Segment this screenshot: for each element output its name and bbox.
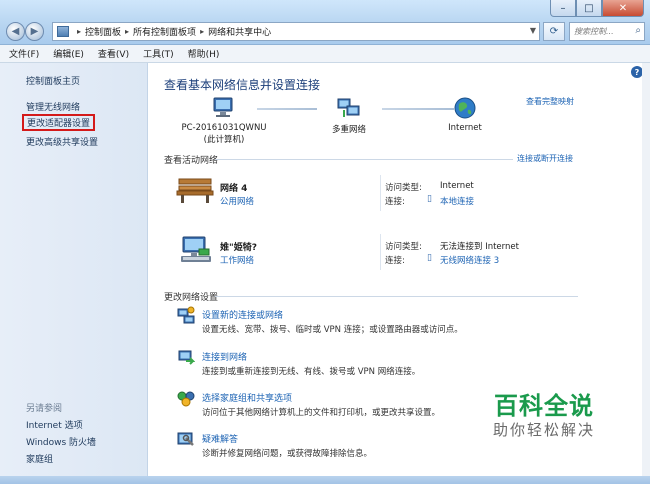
change-settings-heading: 更改网络设置: [164, 293, 219, 303]
menu-view[interactable]: 查看(V): [98, 47, 129, 60]
back-button[interactable]: ◀: [6, 22, 25, 41]
forward-button[interactable]: ▶: [25, 22, 44, 41]
watermark-logo: 百科全说 助你轻松解决: [484, 392, 604, 440]
close-button[interactable]: ✕: [602, 0, 644, 17]
page-title: 查看基本网络信息并设置连接: [164, 78, 321, 92]
network-1-connection-link[interactable]: 本地连接: [440, 195, 474, 207]
control-panel-icon: [57, 26, 69, 37]
network-2-access-label: 访问类型:: [385, 242, 422, 252]
computer-subtitle: (此计算机): [203, 135, 245, 145]
menu-bar: 文件(F) 编辑(E) 查看(V) 工具(T) 帮助(H): [0, 45, 650, 63]
address-bar[interactable]: ▸ 控制面板 ▸ 所有控制面板项 ▸ 网络和共享中心 ▼: [52, 22, 540, 41]
sidebar-item-advanced-sharing[interactable]: 更改高级共享设置: [26, 135, 98, 148]
connect-disconnect-link[interactable]: 连接或断开连接: [517, 153, 573, 164]
watermark-subtitle: 助你轻松解决: [492, 421, 595, 439]
window-bottom-edge: [0, 476, 650, 484]
left-nav-pane: 控制面板主页 管理无线网络 更改适配器设置 更改高级共享设置 另请参阅 Inte…: [0, 63, 148, 476]
search-placeholder: 搜索控制...: [574, 27, 614, 36]
sidebar-item-adapter-settings[interactable]: 更改适配器设置: [22, 114, 96, 131]
network-2-name: 婎"姫犄?: [220, 243, 257, 253]
refresh-icon: ⟳: [549, 26, 559, 37]
search-input[interactable]: 搜索控制... ⌕: [569, 22, 645, 41]
breadcrumb-network-center[interactable]: 网络和共享中心: [208, 25, 271, 38]
task-new-connection-link[interactable]: 设置新的连接或网络: [202, 308, 283, 321]
active-networks-heading: 查看活动网络: [164, 156, 219, 166]
troubleshoot-icon: [177, 432, 194, 446]
section-divider: [215, 159, 513, 160]
breadcrumb-control-panel[interactable]: 控制面板: [85, 25, 121, 38]
menu-file[interactable]: 文件(F): [9, 47, 39, 60]
window-titlebar: – □ ✕ ◀ ▶ ▸ 控制面板 ▸ 所有控制面板项 ▸ 网络和共享中心 ▼ ⟳…: [0, 0, 650, 45]
search-icon[interactable]: ⌕: [635, 25, 641, 36]
map-connector: [257, 108, 317, 110]
task-troubleshoot-link[interactable]: 疑难解答: [202, 432, 238, 445]
refresh-button[interactable]: ⟳: [543, 22, 565, 41]
computer-icon: [213, 97, 233, 117]
address-dropdown-icon[interactable]: ▼: [530, 26, 536, 35]
homegroup-icon: [177, 391, 195, 407]
property-divider: [380, 175, 381, 211]
watermark-title: 百科全说: [494, 392, 594, 420]
multiple-networks-label: 多重网络: [331, 125, 366, 135]
sidebar-item-manage-wireless[interactable]: 管理无线网络: [26, 100, 80, 113]
network-1-connection-label: 连接:: [385, 197, 405, 207]
section-divider: [215, 296, 578, 297]
view-full-map-link[interactable]: 查看完整映射: [526, 96, 574, 107]
maximize-button[interactable]: □: [576, 0, 602, 17]
map-node-multiple-networks: 多重网络: [314, 96, 384, 135]
menu-tools[interactable]: 工具(T): [143, 47, 174, 60]
forward-arrow-icon: ▶: [30, 26, 39, 37]
work-network-icon: [181, 236, 211, 262]
internet-label: Internet: [448, 123, 482, 133]
network-1-name: 网络 4: [220, 184, 248, 194]
minimize-button[interactable]: –: [550, 0, 576, 17]
breadcrumb-separator-icon[interactable]: ▸: [200, 27, 204, 36]
sidebar-item-home[interactable]: 控制面板主页: [26, 74, 80, 87]
ethernet-icon: ▯: [427, 194, 432, 204]
window-controls: – □ ✕: [550, 0, 644, 17]
network-1-access-label: 访问类型:: [385, 183, 422, 193]
menu-edit[interactable]: 编辑(E): [53, 47, 84, 60]
back-arrow-icon: ◀: [11, 26, 20, 37]
connect-network-icon: [178, 350, 195, 365]
task-connect-network-link[interactable]: 连接到网络: [202, 350, 247, 363]
public-network-bench-icon: [176, 178, 214, 203]
see-also-internet-options[interactable]: Internet 选项: [26, 418, 83, 431]
network-1-access-value: Internet: [440, 181, 474, 191]
breadcrumb-separator-icon[interactable]: ▸: [77, 27, 81, 36]
task-troubleshoot-desc: 诊断并修复网络问题，或获得故障排除信息。: [202, 449, 373, 459]
menu-help[interactable]: 帮助(H): [188, 47, 220, 60]
new-connection-icon: [177, 306, 195, 324]
globe-icon: [454, 97, 476, 119]
map-node-computer: PC-20161031QWNU (此计算机): [169, 96, 279, 145]
task-new-connection-desc: 设置无线、宽带、拨号、临时或 VPN 连接；或设置路由器或访问点。: [202, 325, 463, 335]
wireless-signal-icon: ▯: [427, 253, 432, 263]
map-node-internet: Internet: [434, 96, 496, 133]
network-2-connection-label: 连接:: [385, 256, 405, 266]
see-also-firewall[interactable]: Windows 防火墙: [26, 435, 96, 448]
task-connect-network-desc: 连接到或重新连接到无线、有线、拨号或 VPN 网络连接。: [202, 367, 421, 377]
scrollbar[interactable]: [642, 63, 650, 476]
multiple-networks-icon: [337, 98, 360, 117]
breadcrumb-all-items[interactable]: 所有控制面板项: [133, 25, 196, 38]
task-homegroup-link[interactable]: 选择家庭组和共享选项: [202, 391, 292, 404]
see-also-heading: 另请参阅: [26, 404, 63, 414]
see-also-homegroup[interactable]: 家庭组: [26, 452, 53, 465]
property-divider: [380, 234, 381, 270]
breadcrumb-separator-icon[interactable]: ▸: [125, 27, 129, 36]
network-2-connection-link[interactable]: 无线网络连接 3: [440, 254, 499, 266]
network-2-type-link[interactable]: 工作网络: [220, 254, 254, 266]
task-homegroup-desc: 访问位于其他网络计算机上的文件和打印机，或更改共享设置。: [202, 408, 441, 418]
computer-name: PC-20161031QWNU: [181, 123, 267, 133]
network-2-access-value: 无法连接到 Internet: [440, 242, 519, 252]
network-1-type-link[interactable]: 公用网络: [220, 195, 254, 207]
